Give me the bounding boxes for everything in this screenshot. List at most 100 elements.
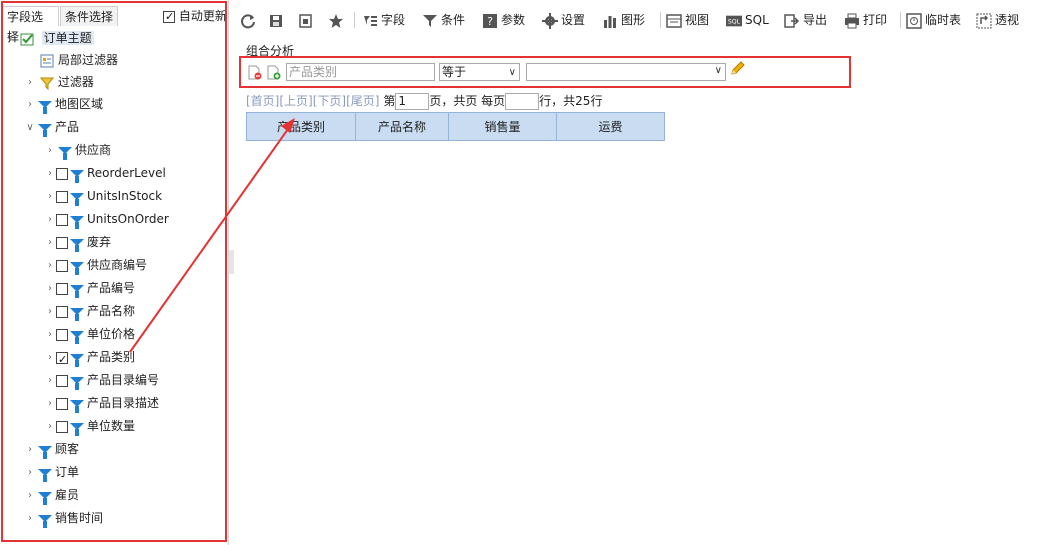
expand-arrow-icon[interactable]: › (24, 509, 36, 529)
field-checkbox[interactable] (56, 397, 68, 410)
tree-node-field[interactable]: › 单位数量 (44, 416, 135, 436)
tree-node-field[interactable]: › 产品名称 (44, 301, 135, 321)
save-as-button[interactable] (298, 10, 317, 30)
tree-node-field[interactable]: › 产品编号 (44, 278, 135, 298)
page-suffix: 页，共页 每页 (429, 94, 506, 108)
page-number-input[interactable]: 1 (395, 93, 430, 110)
tree-node-field[interactable]: › 产品目录编号 (44, 370, 159, 390)
expand-arrow-icon[interactable]: › (24, 486, 36, 506)
first-page-link[interactable]: [首页] (246, 94, 279, 108)
auto-update-checkbox[interactable] (163, 9, 175, 25)
export-button[interactable]: 导出 (784, 10, 827, 30)
settings-button[interactable]: 设置 (542, 10, 585, 30)
temp-table-icon (906, 12, 922, 29)
print-button[interactable]: 打印 (844, 10, 887, 30)
field-checkbox[interactable] (56, 282, 68, 295)
expand-arrow-icon[interactable]: › (24, 95, 36, 115)
expand-arrow-icon[interactable]: › (44, 279, 56, 299)
temp-table-button[interactable]: 临时表 (906, 10, 961, 30)
field-checkbox[interactable] (56, 259, 68, 272)
condition-field-input[interactable]: 产品类别 (286, 63, 435, 81)
tree-node-local-filter[interactable]: 局部过滤器 (40, 50, 118, 70)
last-page-link[interactable]: [尾页] (346, 94, 379, 108)
expand-arrow-icon[interactable]: › (44, 417, 56, 437)
tree-node-field[interactable]: › 单位价格 (44, 324, 135, 344)
section-title: 组合分析 (246, 44, 295, 58)
field-checkbox[interactable] (56, 213, 68, 226)
expand-arrow-icon[interactable]: › (44, 348, 56, 368)
funnel-icon (70, 331, 84, 344)
expand-arrow-icon[interactable]: › (44, 187, 56, 207)
column-header[interactable]: 运费 (556, 112, 665, 141)
prev-page-link[interactable]: [上页] (279, 94, 312, 108)
condition-operator-select[interactable]: 等于 ∨ (439, 63, 520, 81)
expand-arrow-icon[interactable]: › (44, 371, 56, 391)
tree-node-sales-time[interactable]: › 销售时间 (24, 508, 103, 528)
refresh-button[interactable] (240, 10, 259, 30)
expand-arrow-icon[interactable]: › (44, 256, 56, 276)
expand-arrow-icon[interactable]: › (44, 325, 56, 345)
condition-value-select[interactable]: ∨ (526, 63, 726, 81)
tree-node-map-region[interactable]: › 地图区域 (24, 94, 103, 114)
expand-arrow-icon[interactable]: › (44, 302, 56, 322)
column-header[interactable]: 产品名称 (355, 112, 449, 141)
field-checkbox[interactable] (56, 236, 68, 249)
tree-node-field[interactable]: › UnitsOnOrder (44, 209, 169, 229)
field-checkbox[interactable] (56, 305, 68, 318)
expand-arrow-icon[interactable]: › (24, 440, 36, 460)
tree-node-field[interactable]: › ReorderLevel (44, 163, 166, 183)
tree-node-field[interactable]: › 产品目录描述 (44, 393, 159, 413)
column-header[interactable]: 产品类别 (246, 112, 356, 141)
add-condition-icon[interactable] (267, 65, 281, 80)
funnel-icon (38, 492, 52, 505)
collapse-arrow-icon[interactable]: ∨ (24, 118, 36, 138)
tree-node-field[interactable]: › 产品类别 (44, 347, 135, 370)
tree-root-label: 订单主题 (41, 31, 94, 45)
favorite-button[interactable] (328, 10, 347, 30)
tree-node-order[interactable]: › 订单 (24, 462, 79, 482)
remove-condition-icon[interactable] (248, 65, 262, 80)
field-checkbox[interactable] (56, 420, 68, 433)
field-checkbox[interactable] (56, 167, 68, 180)
expand-arrow-icon[interactable]: › (44, 210, 56, 230)
expand-arrow-icon[interactable]: › (24, 73, 36, 93)
funnel-icon (38, 446, 52, 459)
rows-per-page-input[interactable] (505, 93, 540, 110)
tree-node-field[interactable]: › 供应商编号 (44, 255, 147, 275)
expand-arrow-icon[interactable]: › (44, 164, 56, 184)
tree-node-field[interactable]: › 废弃 (44, 232, 111, 252)
tree-root[interactable]: ∨ 订单主题 (4, 28, 94, 48)
tree-node-field[interactable]: › UnitsInStock (44, 186, 162, 206)
tab-condition-selection[interactable]: 条件选择 (60, 6, 118, 26)
auto-update-toggle[interactable]: 自动更新 (163, 8, 227, 25)
sql-button[interactable]: SQL SQL (726, 10, 769, 30)
funnel-icon (70, 308, 84, 321)
next-page-link[interactable]: [下页] (313, 94, 346, 108)
panel-splitter[interactable] (229, 250, 234, 274)
field-checkbox[interactable] (56, 328, 68, 341)
fields-button[interactable]: 字段 (362, 10, 405, 30)
pencil-icon[interactable] (730, 60, 746, 76)
field-checkbox[interactable] (56, 190, 68, 203)
tree-node-product[interactable]: ∨ 产品 (24, 117, 79, 137)
column-header[interactable]: 销售量 (448, 112, 557, 141)
collapse-arrow-icon[interactable]: ∨ (4, 29, 16, 49)
view-button[interactable]: 视图 (666, 10, 709, 30)
expand-arrow-icon[interactable]: › (44, 394, 56, 414)
tree-node-customer[interactable]: › 顾客 (24, 439, 79, 459)
params-button[interactable]: ? 参数 (482, 10, 525, 30)
tree-node-filter[interactable]: › 过滤器 (24, 72, 94, 92)
tree-node-label: 废弃 (87, 235, 112, 249)
save-button[interactable] (268, 10, 287, 30)
tree-node-employee[interactable]: › 雇员 (24, 485, 79, 505)
tree-node-supplier[interactable]: › 供应商 (44, 140, 111, 160)
pivot-button[interactable]: 透视 (976, 10, 1019, 30)
conditions-button[interactable]: 条件 (422, 10, 465, 30)
expand-arrow-icon[interactable]: › (44, 233, 56, 253)
field-checkbox[interactable] (56, 374, 68, 387)
expand-arrow-icon[interactable]: › (44, 141, 56, 161)
tab-field-selection[interactable]: 字段选择 (2, 6, 59, 44)
expand-arrow-icon[interactable]: › (24, 463, 36, 483)
chart-button[interactable]: 图形 (602, 10, 645, 30)
field-checkbox-checked[interactable] (56, 350, 68, 370)
